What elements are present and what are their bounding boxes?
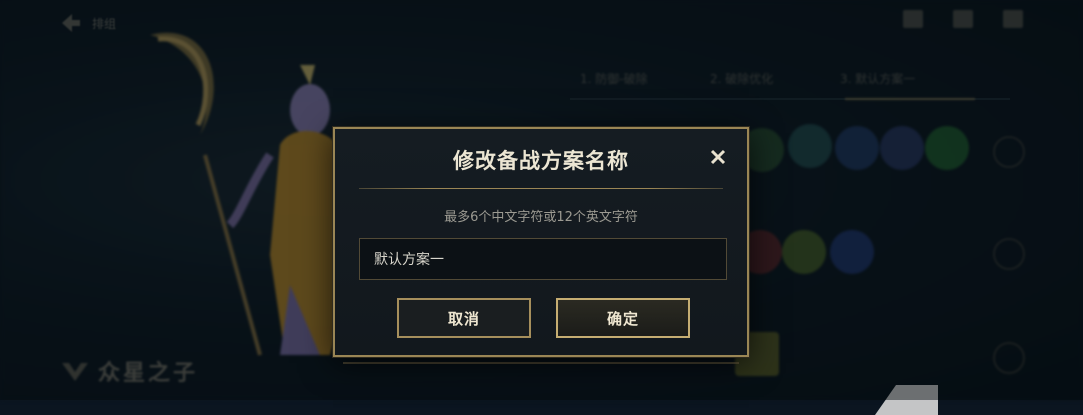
input-hint: 最多6个中文字符或12个英文字符	[444, 210, 638, 225]
confirm-button[interactable]: 确定	[556, 298, 690, 338]
close-icon[interactable]	[709, 148, 727, 166]
cancel-button[interactable]: 取消	[397, 298, 531, 338]
plan-name-input[interactable]	[359, 238, 727, 280]
title-divider	[359, 188, 723, 189]
rename-plan-dialog: 修改备战方案名称 最多6个中文字符或12个英文字符 取消 确定	[333, 127, 749, 357]
modal-bottom-accent	[343, 356, 739, 364]
dialog-title: 修改备战方案名称	[453, 149, 629, 173]
